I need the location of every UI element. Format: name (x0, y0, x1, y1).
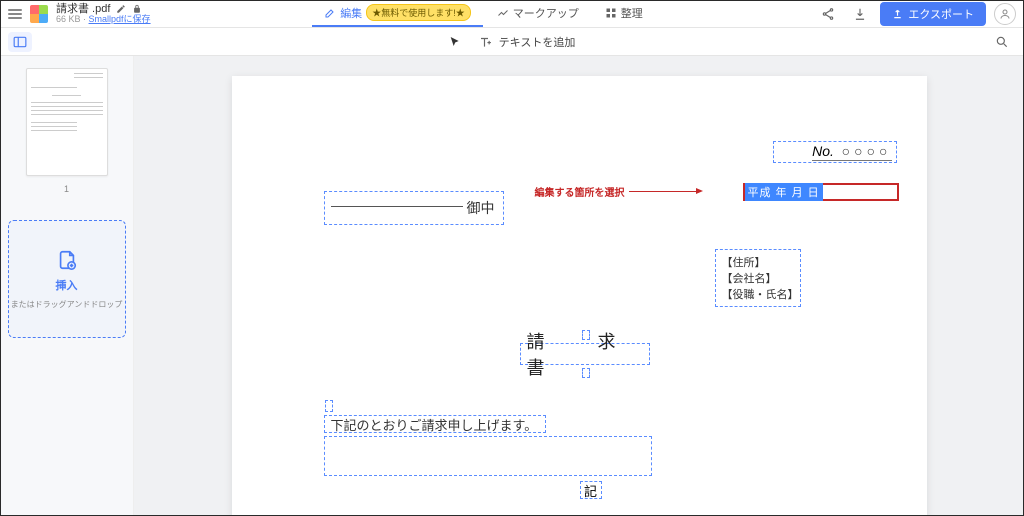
tab-organize[interactable]: 整理 (593, 0, 655, 27)
search-button[interactable] (990, 30, 1014, 54)
pointer-tool[interactable] (449, 36, 461, 48)
insert-sublabel: またはドラッグアンドドロップ (11, 299, 123, 310)
tab-edit[interactable]: 編集 ★無料で使用します!★ (312, 0, 483, 27)
save-to-link[interactable]: Smallpdfに保存 (89, 14, 151, 24)
app-logo (30, 5, 48, 23)
user-avatar[interactable] (994, 3, 1016, 25)
text-icon (479, 36, 493, 48)
download-button[interactable] (848, 2, 872, 26)
panel-toggle-button[interactable] (8, 32, 32, 52)
main-tabs: 編集 ★無料で使用します!★ マークアップ 整理 (312, 0, 655, 27)
document-page[interactable]: No. ○○○○ 編集する箇所を選択 平成 年 月 日 御中 【住所】 【会社名… (232, 76, 927, 516)
field-title[interactable]: 請 求 書 (520, 343, 650, 365)
lock-icon (132, 4, 142, 14)
edit-toolbar: テキストを追加 (0, 28, 1024, 56)
field-date-highlighted[interactable]: 平成 年 月 日 (743, 183, 899, 201)
field-company-info[interactable]: 【住所】 【会社名】 【役職・氏名】 (715, 249, 801, 307)
pointer-icon (449, 36, 461, 48)
add-text-tool[interactable]: テキストを追加 (479, 34, 576, 50)
export-button[interactable]: エクスポート (880, 2, 986, 26)
field-ki[interactable]: 記 (580, 481, 602, 499)
selection-handle-bottom[interactable] (582, 368, 590, 378)
field-description[interactable]: 下記のとおりご請求申し上げます。 (324, 415, 546, 433)
arrow-icon (629, 191, 697, 192)
file-size: 66 KB (56, 14, 81, 24)
canvas-area[interactable]: No. ○○○○ 編集する箇所を選択 平成 年 月 日 御中 【住所】 【会社名… (134, 56, 1024, 516)
thumbnail-page-number: 1 (64, 184, 69, 194)
thumbnail-sidebar: 1 挿入 またはドラッグアンドドロップ (0, 56, 134, 516)
app-header: 請求書 .pdf 66 KB · Smallpdfに保存 編集 ★無料で使用しま… (0, 0, 1024, 28)
field-no[interactable]: No. ○○○○ (773, 141, 897, 163)
header-actions: エクスポート (816, 2, 1016, 26)
share-button[interactable] (816, 2, 840, 26)
page-thumbnail-1[interactable] (26, 68, 108, 176)
markup-tab-icon (497, 7, 509, 19)
field-addressee[interactable]: 御中 (324, 191, 504, 225)
tab-markup[interactable]: マークアップ (485, 0, 591, 27)
file-info: 請求書 .pdf 66 KB · Smallpdfに保存 (56, 3, 151, 25)
organize-tab-icon (605, 7, 617, 19)
export-icon (892, 8, 903, 19)
pencil-icon[interactable] (116, 4, 126, 14)
selection-handle[interactable] (325, 400, 333, 412)
edit-target-annotation: 編集する箇所を選択 (535, 184, 701, 199)
promo-badge: ★無料で使用します!★ (366, 4, 471, 21)
insert-label: 挿入 (56, 277, 78, 293)
edit-tab-icon (324, 7, 336, 19)
search-icon (995, 35, 1009, 49)
field-body-area[interactable] (324, 436, 652, 476)
main-body: 1 挿入 またはドラッグアンドドロップ No. ○○○○ 編集する箇所を選択 (0, 56, 1024, 516)
insert-page-icon (56, 249, 78, 271)
insert-page-dropzone[interactable]: 挿入 またはドラッグアンドドロップ (8, 220, 126, 338)
hamburger-menu-icon[interactable] (8, 9, 22, 19)
